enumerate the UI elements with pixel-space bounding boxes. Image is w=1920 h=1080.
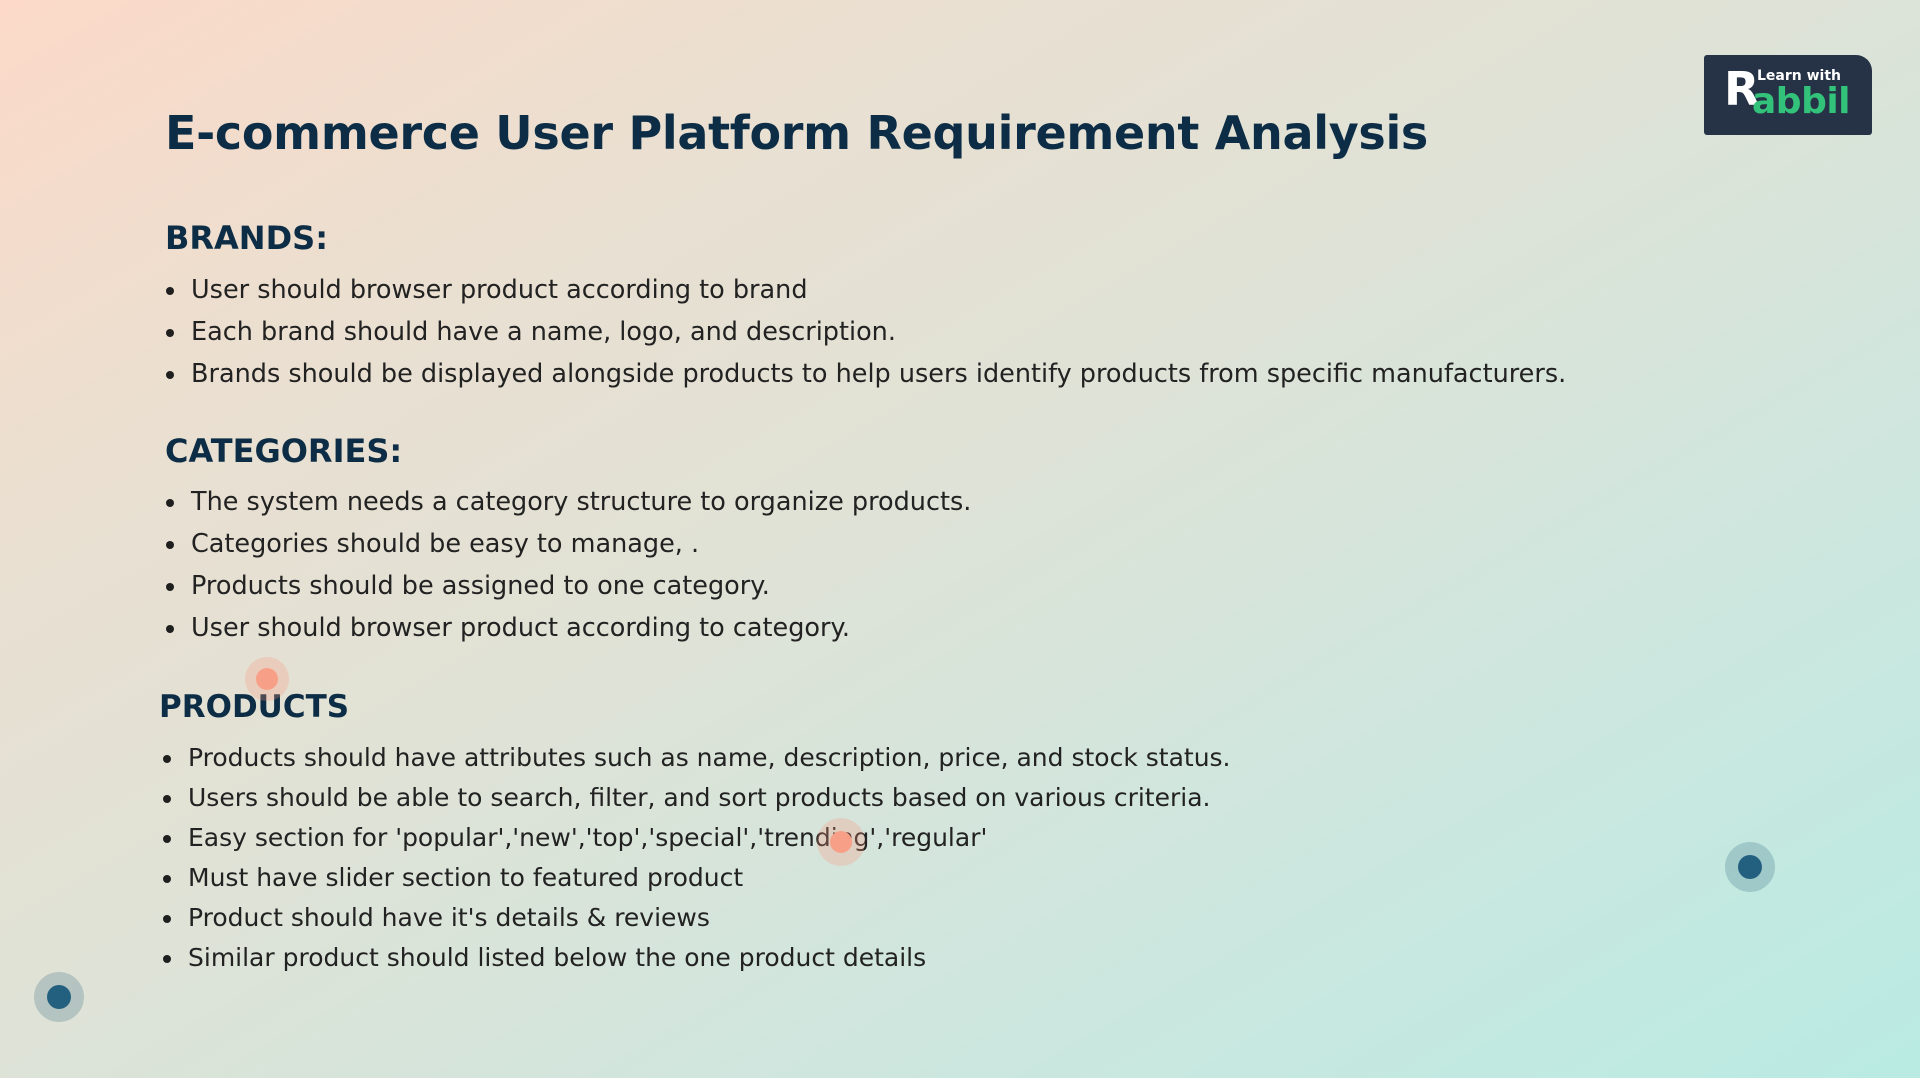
pointer-dot [817,818,865,866]
bullet-list-products: Products should have attributes such as … [162,738,1231,978]
bullet-item: Must have slider section to featured pro… [162,858,1231,898]
bullet-item: Each brand should have a name, logo, and… [165,311,1566,353]
slide: E-commerce User Platform Requirement Ana… [0,0,1920,1078]
bullet-item: Categories should be easy to manage, . [165,523,971,565]
section-heading-categories: CATEGORIES: [165,432,403,470]
bullet-item: Products should be assigned to one categ… [165,565,971,607]
bullet-item: Product should have it's details & revie… [162,898,1231,938]
bullet-list-brands: User should browser product according to… [165,269,1566,395]
decorative-dot [34,972,84,1022]
slide-title: E-commerce User Platform Requirement Ana… [165,106,1429,160]
bullet-item: User should browser product according to… [165,607,971,649]
bullet-list-categories: The system needs a category structure to… [165,481,971,649]
bullet-item: Brands should be displayed alongside pro… [165,353,1566,395]
bullet-item: Users should be able to search, filter, … [162,778,1231,818]
decorative-dot [1725,842,1775,892]
bullet-item: The system needs a category structure to… [165,481,971,523]
section-heading-brands: BRANDS: [165,219,328,257]
pointer-dot [245,657,289,701]
learn-with-rabbil-logo: R Learn with abbil [1704,55,1872,135]
logo-bottom-text: abbil [1752,81,1851,122]
bullet-item: Similar product should listed below the … [162,938,1231,978]
bullet-item: Products should have attributes such as … [162,738,1231,778]
bullet-item: Easy section for 'popular','new','top','… [162,818,1231,858]
bullet-item: User should browser product according to… [165,269,1566,311]
